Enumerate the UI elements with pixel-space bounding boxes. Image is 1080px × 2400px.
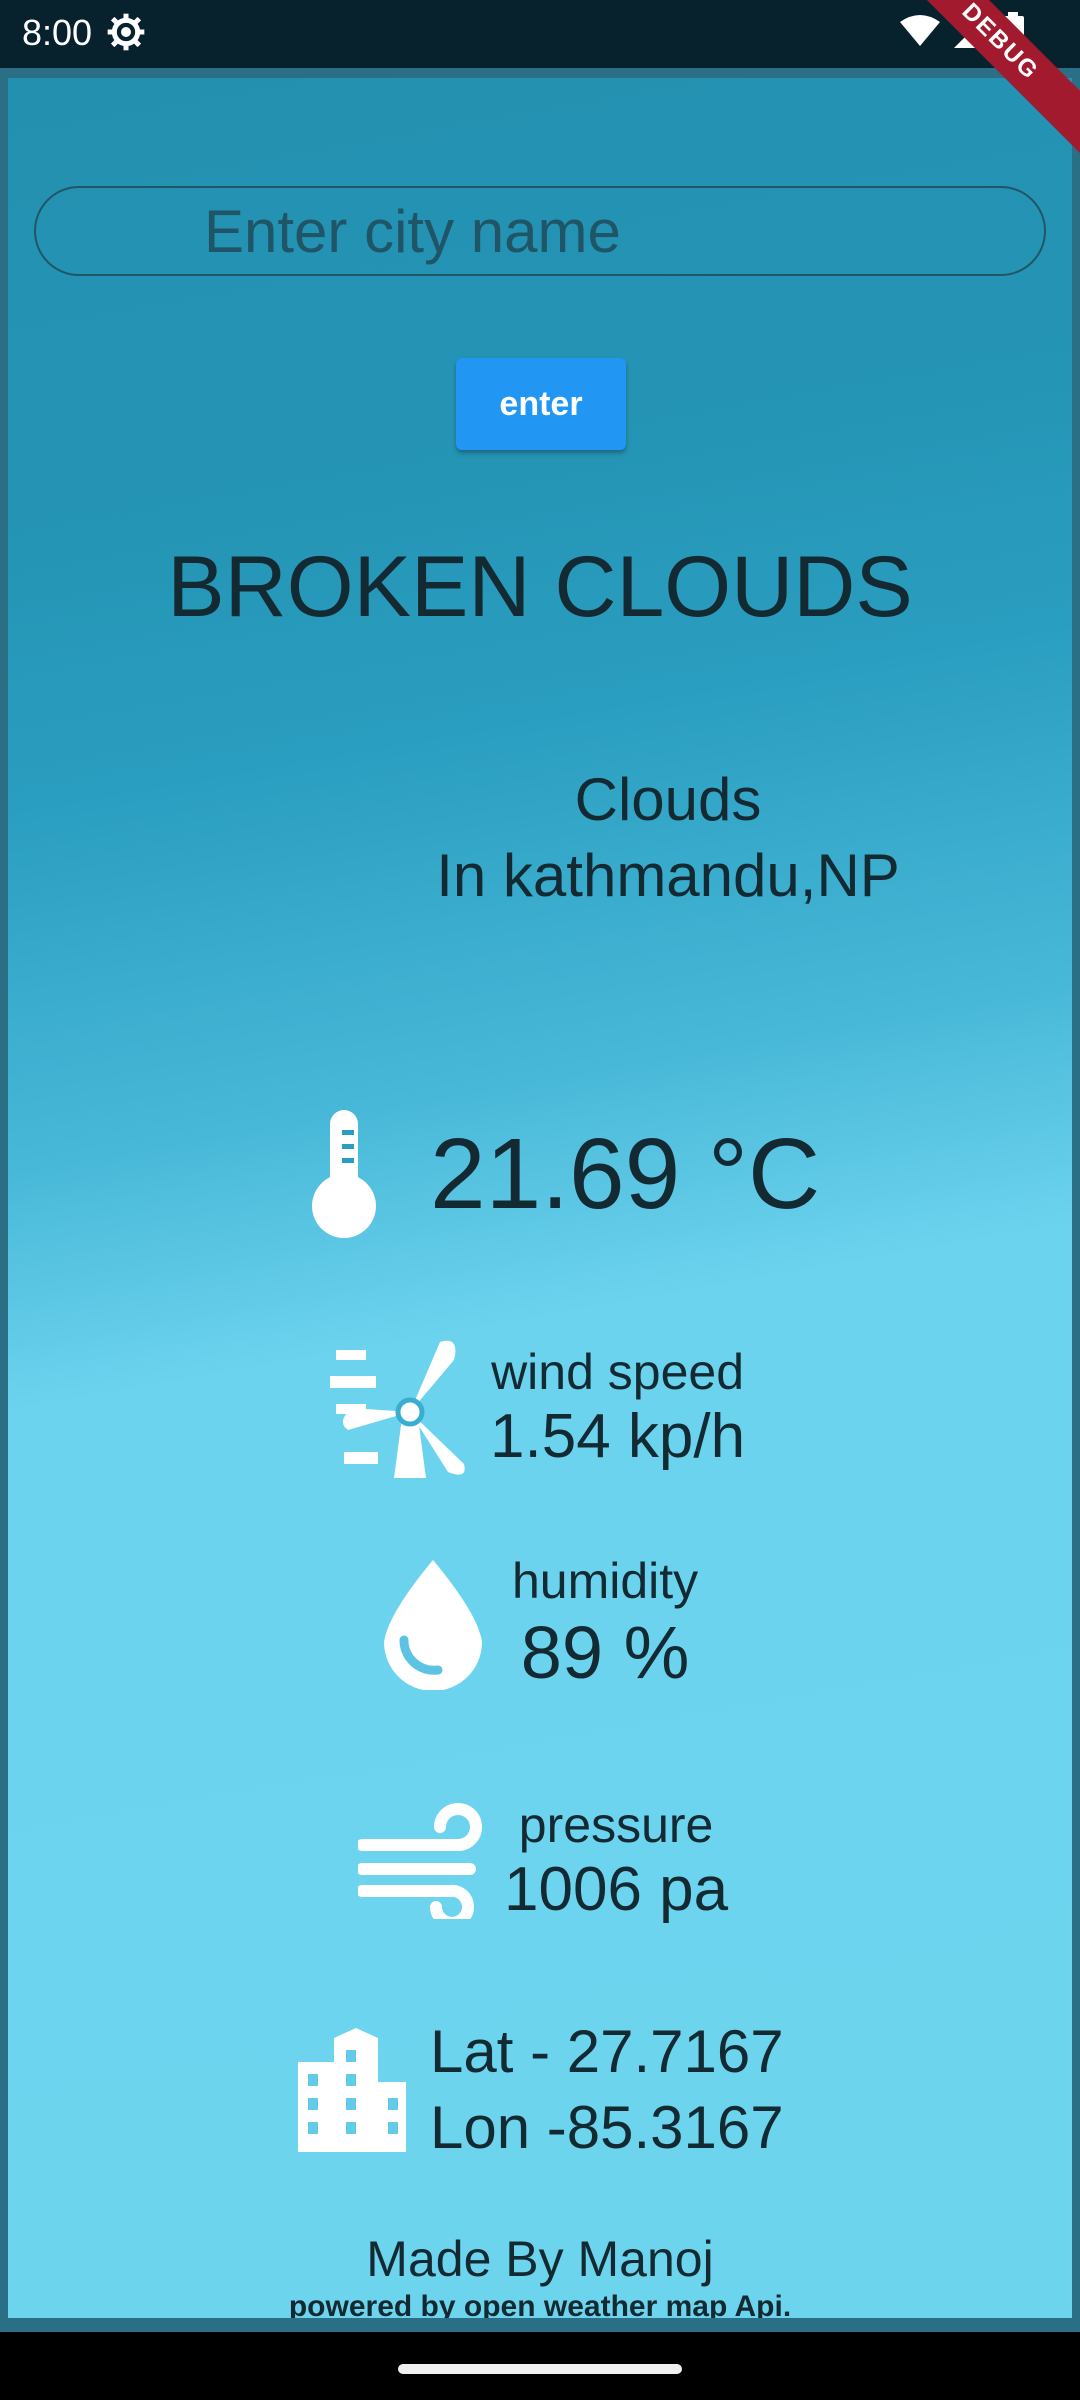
water-drop-icon [384,1560,482,1690]
wind-speed-value: 1.54 kp/h [490,1402,746,1471]
weather-description: BROKEN CLOUDS [167,539,913,635]
author-credit: Made By Manoj [366,2231,714,2287]
weather-main: Clouds [574,766,762,833]
enter-button[interactable]: enter [456,358,626,450]
settings-gear-icon [107,13,145,51]
location-line: In kathmandu,NP [436,842,900,909]
powered-by-text: powered by open weather map Api. [288,2290,792,2318]
pressure-value: 1006 pa [504,1855,729,1924]
temperature-value: 21.69 °C [430,1117,821,1230]
wind-speed-text: wind speed 1.54 kp/h [490,1343,745,1473]
wind-icon [358,1803,482,1919]
pressure-text: pressure 1006 pa [504,1796,728,1926]
status-time: 8:00 [22,12,93,53]
home-indicator[interactable] [398,2364,682,2374]
humidity-value: 89 % [520,1611,690,1694]
wind-speed-row: wind speed 1.54 kp/h [330,1338,745,1478]
humidity-text: humidity 89 % [512,1552,698,1696]
city-search-input[interactable] [34,186,1046,276]
city-buildings-icon [298,2028,406,2152]
wifi-icon [900,15,940,46]
pressure-row: pressure 1006 pa [358,1796,728,1926]
condition-block: Clouds In kathmandu,NP [308,762,1028,914]
wind-speed-label: wind speed [491,1344,745,1400]
footer: Made By Manoj powered by open weather ma… [8,2230,1072,2318]
humidity-label: humidity [512,1553,699,1609]
coordinates-text: Lat - 27.7167 Lon -85.3167 [430,2014,784,2166]
latitude-value: Lat - 27.7167 [430,2018,784,2085]
pressure-label: pressure [518,1797,714,1853]
humidity-row: humidity 89 % [378,1552,698,1696]
longitude-value: Lon -85.3167 [430,2094,784,2161]
thermometer-icon [312,1110,376,1238]
status-bar: 8:00 [0,0,1080,68]
weather-app-screen: enter BROKEN CLOUDS Clouds In kathmandu,… [8,78,1072,2318]
wind-turbine-icon [330,1340,465,1478]
coordinates-row: Lat - 27.7167 Lon -85.3167 [290,2014,784,2166]
temperature-row: 21.69 °C [308,1108,820,1240]
